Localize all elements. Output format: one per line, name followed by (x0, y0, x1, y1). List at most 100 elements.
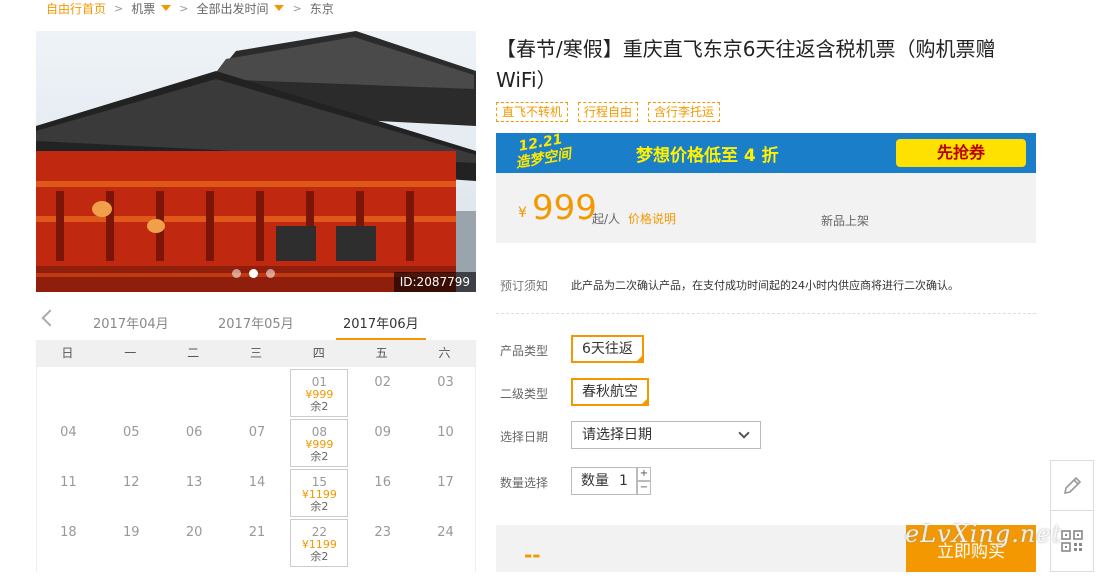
floating-side-toolbar (1050, 460, 1094, 572)
chevron-right-icon: > (179, 1, 189, 15)
calendar-day-number: 17 (437, 475, 454, 490)
chevron-right-icon: > (292, 1, 302, 15)
month-tab-may[interactable]: 2017年05月 (218, 313, 294, 332)
breadcrumb-item-flights[interactable]: 机票 (131, 0, 155, 17)
calendar-day: 10 (414, 417, 477, 467)
subtype-value: 春秋航空 (582, 384, 638, 400)
calendar-weekday-header: 日一二三四五六 (36, 340, 476, 367)
price-unit: 起/人 (592, 212, 621, 226)
calendar-day-number: 12 (122, 475, 140, 490)
calendar-day: 04 (37, 417, 100, 467)
calendar-day-number: 03 (437, 375, 454, 390)
quantity-value: 1 (619, 473, 628, 489)
product-type-option[interactable]: 6天往返 (571, 335, 644, 363)
calendar-day-remaining: 余2 (310, 450, 329, 463)
chevron-left-icon[interactable] (41, 309, 59, 327)
calendar-day: 23 (351, 517, 414, 567)
calendar-day-number: 11 (60, 475, 77, 490)
calendar-day-number: 02 (374, 375, 391, 390)
breadcrumb: 自由行首页 > 机票 > 全部出发时间 > 东京 (46, 0, 334, 16)
calendar-day-number: 01 (311, 375, 328, 389)
subtype-label: 二级类型 (500, 387, 549, 401)
calendar-day-number: 04 (60, 425, 77, 440)
calendar-day: 02 (351, 367, 414, 417)
calendar-day: 14 (226, 467, 289, 517)
calendar-day: 16 (351, 467, 414, 517)
weekday-label: 日 (61, 346, 74, 360)
divider (496, 313, 1036, 314)
breadcrumb-home[interactable]: 自由行首页 (46, 0, 106, 17)
tag-baggage-included: 含行李托运 (648, 102, 721, 122)
weekday-label: 四 (312, 346, 325, 360)
photo-id-label: ID:2087799 (393, 272, 476, 292)
calendar-day: 13 (163, 467, 226, 517)
calendar-day-available[interactable]: 01 ¥999 余2 (290, 369, 349, 417)
carousel-dot[interactable] (266, 269, 275, 278)
calendar-day: 24 (414, 517, 477, 567)
calendar-day-number: 21 (248, 525, 266, 540)
calendar-day-number: 06 (185, 425, 203, 440)
weekday-label: 三 (249, 346, 262, 360)
feedback-button[interactable] (1051, 461, 1093, 511)
calendar-grid: 01 ¥999 余2 02 03 04 05 06 07 08 ¥999 余2 09 10 11 12 13 14… (36, 367, 476, 572)
calendar-day-number: 10 (437, 425, 454, 440)
booking-notice-label: 预订须知 (500, 279, 549, 293)
product-type-label: 产品类型 (500, 344, 549, 358)
carousel-dot-active[interactable] (249, 269, 258, 278)
tag-free-itinerary: 行程自由 (578, 102, 639, 122)
date-select-label: 选择日期 (500, 430, 549, 444)
calendar-day-number: 24 (437, 525, 454, 540)
calendar-day: 11 (37, 467, 100, 517)
selected-corner-icon (634, 354, 644, 363)
quantity-prefix: 数量 (581, 473, 609, 489)
subtype-option[interactable]: 春秋航空 (571, 378, 649, 406)
weekday-label: 二 (187, 346, 200, 360)
chevron-right-icon: > (114, 1, 124, 15)
calendar-day-number: 15 (311, 475, 328, 489)
weekday-label: 五 (375, 346, 388, 360)
banner-event-label: 12.21 造梦空间 (514, 133, 573, 172)
calendar-day-number: 20 (185, 525, 203, 540)
selected-corner-icon (640, 397, 649, 406)
calendar-day: 07 (226, 417, 289, 467)
calendar-day: 20 (163, 517, 226, 567)
calendar-month-tabs: 2017年04月 2017年05月 2017年06月 (36, 305, 476, 341)
quantity-field[interactable]: 数量 1 (571, 467, 637, 495)
calendar-day: 19 (100, 517, 163, 567)
product-tags: 直飞不转机 行程自由 含行李托运 (496, 102, 721, 122)
dropdown-arrow-icon[interactable] (274, 5, 285, 11)
month-tab-june[interactable]: 2017年06月 (343, 313, 419, 332)
calendar-day-available[interactable]: 22 ¥1199 余2 (290, 519, 349, 567)
chevron-down-icon (738, 427, 750, 439)
calendar-day-number: 14 (248, 475, 266, 490)
quantity-label: 数量选择 (500, 476, 549, 490)
price-value: 999 (532, 188, 597, 228)
calendar-day: 06 (163, 417, 226, 467)
carousel-dot[interactable] (232, 269, 241, 278)
calendar-day-remaining: 余2 (310, 400, 329, 413)
quantity-increment-button[interactable]: + (637, 467, 651, 481)
product-photo-carousel[interactable]: ID:2087799 (36, 31, 476, 292)
calendar-day: 18 (37, 517, 100, 567)
booking-notice-text: 此产品为二次确认产品，在支付成功时间起的24小时内供应商将进行二次确认。 (571, 279, 959, 292)
weekday-label: 六 (438, 346, 451, 360)
site-watermark: eLvXing.net (905, 520, 1063, 548)
product-title: 【春节/寒假】重庆直飞东京6天往返含税机票（购机票赠WiFi） (496, 37, 996, 92)
calendar-day-number: 19 (122, 525, 140, 540)
carousel-dots (232, 269, 275, 278)
quantity-decrement-button[interactable]: − (637, 481, 651, 495)
calendar-day-available[interactable]: 08 ¥999 余2 (290, 419, 349, 467)
calendar-day-available[interactable]: 15 ¥1199 余2 (290, 469, 349, 517)
tag-direct-flight: 直飞不转机 (496, 102, 569, 122)
breadcrumb-item-tokyo[interactable]: 东京 (310, 0, 334, 17)
promo-banner[interactable]: 12.21 造梦空间 梦想价格低至 4 折 先抢券 (496, 133, 1036, 173)
banner-grab-coupon-button[interactable]: 先抢券 (896, 139, 1026, 167)
price-explanation-link[interactable]: 价格说明 (628, 210, 676, 227)
calendar-day: 21 (226, 517, 289, 567)
currency-symbol: ¥ (518, 205, 527, 221)
breadcrumb-item-departure-time[interactable]: 全部出发时间 (196, 0, 268, 17)
date-select-dropdown[interactable]: 请选择日期 (571, 421, 761, 449)
calendar-day-number: 16 (374, 475, 391, 490)
month-tab-april[interactable]: 2017年04月 (93, 313, 169, 332)
dropdown-arrow-icon[interactable] (161, 5, 172, 11)
